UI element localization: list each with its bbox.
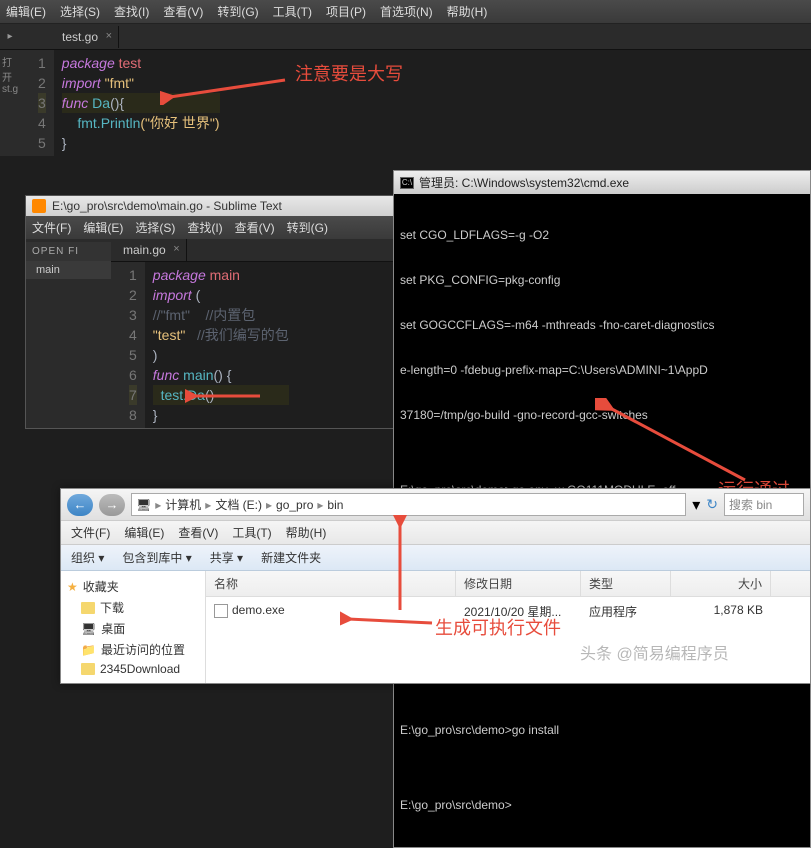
sublime-tabs: main.go × <box>111 239 394 262</box>
menu-select[interactable]: 选择(S) <box>60 3 100 20</box>
sl-menu-find[interactable]: 查找(I) <box>187 219 222 236</box>
sublime-titlebar[interactable]: E:\go_pro\src\demo\main.go - Sublime Tex… <box>26 196 394 216</box>
exp-menu-view[interactable]: 查看(V) <box>178 524 218 541</box>
dropdown-icon[interactable]: ▾ <box>692 495 700 515</box>
explorer-tree: ★收藏夹 下载 🖥桌面 📁最近访问的位置 2345Download <box>61 571 206 683</box>
chevron-right-icon: ▸ <box>155 498 161 512</box>
tree-downloads[interactable]: 下载 <box>67 597 199 618</box>
line-gutter: 1 2 3 4 5 <box>20 50 54 156</box>
menu-edit[interactable]: 编辑(E) <box>6 3 46 20</box>
tb-share[interactable]: 共享 ▾ <box>210 549 243 566</box>
sublime-title-text: E:\go_pro\src\demo\main.go - Sublime Tex… <box>52 199 282 213</box>
menu-tools[interactable]: 工具(T) <box>273 3 312 20</box>
computer-icon: 🖥 <box>136 498 151 512</box>
sl-menu-edit[interactable]: 编辑(E) <box>83 219 123 236</box>
tab-test-go[interactable]: test.go × <box>50 26 119 48</box>
watermark: 头条 @简易编程序员 <box>580 640 729 664</box>
folder-icon <box>81 602 95 614</box>
crumb-bin[interactable]: bin <box>327 498 343 512</box>
folder-icon <box>81 663 95 675</box>
menu-find[interactable]: 查找(I) <box>114 3 149 20</box>
sidebar-strip: 打开 st.g <box>0 50 20 156</box>
menu-help[interactable]: 帮助(H) <box>447 3 488 20</box>
explorer-menubar: 文件(F) 编辑(E) 查看(V) 工具(T) 帮助(H) <box>61 521 810 545</box>
col-type[interactable]: 类型 <box>581 571 671 596</box>
sl-menu-goto[interactable]: 转到(G) <box>287 219 328 236</box>
top-tab-area: ▸ test.go × <box>0 24 811 50</box>
crumb-computer[interactable]: 计算机 <box>165 496 201 513</box>
exp-menu-file[interactable]: 文件(F) <box>71 524 110 541</box>
recent-icon: 📁 <box>81 643 96 657</box>
arrow-icon <box>185 388 265 404</box>
annotation-capitalize: 注意要是大写 <box>295 60 403 86</box>
sl-menu-select[interactable]: 选择(S) <box>135 219 175 236</box>
col-name[interactable]: 名称 <box>206 571 456 596</box>
tree-desktop[interactable]: 🖥桌面 <box>67 618 199 639</box>
arrow-icon <box>160 75 290 105</box>
annotation-exe-generated: 生成可执行文件 <box>435 614 561 640</box>
sl-menu-file[interactable]: 文件(F) <box>32 219 71 236</box>
exe-icon <box>214 604 228 618</box>
explorer-navbar: ← → 🖥 ▸ 计算机 ▸ 文档 (E:) ▸ go_pro ▸ bin ▾ ↻… <box>61 489 810 521</box>
tree-favorites[interactable]: ★收藏夹 <box>67 576 199 597</box>
chevron-right-icon: ▸ <box>205 498 211 512</box>
exp-menu-edit[interactable]: 编辑(E) <box>124 524 164 541</box>
list-header: 名称 修改日期 类型 大小 <box>206 571 810 597</box>
star-icon: ★ <box>67 580 78 594</box>
forward-button[interactable]: → <box>99 494 125 516</box>
explorer-toolbar: 组织 ▾ 包含到库中 ▾ 共享 ▾ 新建文件夹 <box>61 545 810 571</box>
cmd-icon: C:\ <box>400 177 414 189</box>
tab-label: main.go <box>123 243 166 257</box>
breadcrumb[interactable]: 🖥 ▸ 计算机 ▸ 文档 (E:) ▸ go_pro ▸ bin <box>131 493 686 516</box>
arrow-icon <box>390 515 410 615</box>
menu-project[interactable]: 项目(P) <box>326 3 366 20</box>
tree-recent[interactable]: 📁最近访问的位置 <box>67 639 199 660</box>
cmd-title-text: 管理员: C:\Windows\system32\cmd.exe <box>419 174 629 191</box>
menu-goto[interactable]: 转到(G) <box>217 3 258 20</box>
search-input[interactable]: 搜索 bin <box>724 493 804 516</box>
open-files-header: OPEN FI <box>26 242 111 261</box>
menu-view[interactable]: 查看(V) <box>163 3 203 20</box>
desktop-icon: 🖥 <box>81 622 96 636</box>
exp-menu-help[interactable]: 帮助(H) <box>286 524 327 541</box>
tb-newfolder[interactable]: 新建文件夹 <box>261 549 321 566</box>
close-icon[interactable]: × <box>173 243 179 255</box>
sublime-menubar: 文件(F) 编辑(E) 选择(S) 查找(I) 查看(V) 转到(G) <box>26 216 394 239</box>
sublime-sidebar: OPEN FI main <box>26 242 111 279</box>
sidebar-file-main[interactable]: main <box>26 261 111 279</box>
chevron-right-icon: ▸ <box>266 498 272 512</box>
top-code-area[interactable]: 打开 st.g 1 2 3 4 5 package test import "f… <box>0 50 811 156</box>
menu-prefs[interactable]: 首选项(N) <box>380 3 433 20</box>
refresh-icon[interactable]: ↻ <box>706 496 718 513</box>
tb-organize[interactable]: 组织 ▾ <box>71 549 104 566</box>
cmd-titlebar[interactable]: C:\ 管理员: C:\Windows\system32\cmd.exe <box>394 171 810 194</box>
back-button[interactable]: ← <box>67 494 93 516</box>
col-date[interactable]: 修改日期 <box>456 571 581 596</box>
file-size: 1,878 KB <box>671 601 771 622</box>
line-gutter: 12345678 <box>111 262 145 428</box>
file-type: 应用程序 <box>581 601 671 622</box>
sublime-icon <box>32 199 46 213</box>
tree-2345[interactable]: 2345Download <box>67 660 199 678</box>
chevron-right-icon: ▸ <box>317 498 323 512</box>
tb-library[interactable]: 包含到库中 ▾ <box>122 549 191 566</box>
sl-menu-view[interactable]: 查看(V) <box>235 219 275 236</box>
sidebar-toggle-icon[interactable]: ▸ <box>0 31 20 42</box>
top-menubar: 编辑(E) 选择(S) 查找(I) 查看(V) 转到(G) 工具(T) 项目(P… <box>0 0 811 24</box>
col-size[interactable]: 大小 <box>671 571 771 596</box>
tab-main-go[interactable]: main.go × <box>111 239 187 261</box>
crumb-disk[interactable]: 文档 (E:) <box>215 496 262 513</box>
crumb-gopro[interactable]: go_pro <box>276 498 313 512</box>
arrow-icon <box>595 398 755 488</box>
close-icon[interactable]: × <box>106 30 112 42</box>
file-name: demo.exe <box>232 603 285 617</box>
exp-menu-tools[interactable]: 工具(T) <box>232 524 271 541</box>
tab-label: test.go <box>62 30 98 44</box>
